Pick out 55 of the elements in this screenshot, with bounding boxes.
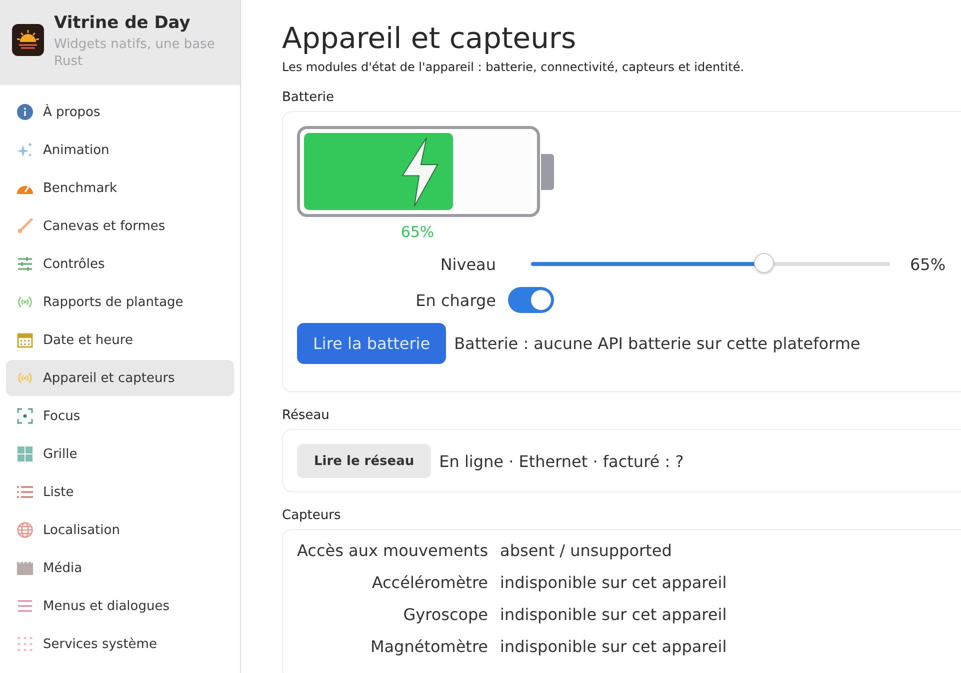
sensor-label: Accès aux mouvements [297, 540, 488, 562]
sidebar-item[interactable]: Menus et dialogues [6, 588, 234, 624]
sidebar-item[interactable]: Benchmark [6, 170, 234, 206]
sidebar-item[interactable]: Localisation [6, 512, 234, 548]
sidebar-item[interactable]: Liste [6, 474, 234, 510]
sunset-logo-icon [12, 24, 44, 56]
sidebar-item[interactable]: Animation [6, 132, 234, 168]
battery-percent: 65% [400, 223, 434, 241]
calendar-icon [17, 332, 33, 348]
list-icon [17, 484, 33, 500]
sidebar-item[interactable]: Services système [6, 626, 234, 662]
sidebar-item[interactable]: Média [6, 550, 234, 586]
network-status: En ligne · Ethernet · facturé : ? [439, 452, 684, 470]
section-heading: Batterie [282, 90, 336, 105]
read-battery-button[interactable]: Lire la batterie [297, 323, 446, 364]
sparkle-icon [17, 142, 33, 158]
read-network-button[interactable]: Lire le réseau [297, 444, 432, 478]
sidebar-item[interactable]: Focus [6, 398, 234, 434]
app-title: Vitrine de Day [54, 13, 192, 33]
battery-status: Batterie : aucune API batterie sur cette plateforme [454, 334, 860, 353]
section-heading: Capteurs [282, 508, 342, 523]
dots-icon [17, 636, 33, 652]
sidebar-item[interactable]: Rapports de plantage [6, 284, 234, 320]
page-title: Appareil et capteurs [282, 20, 578, 56]
sidebar-item[interactable]: Contrôles [6, 246, 234, 282]
broadcast-icon [17, 294, 33, 310]
sidebar-item[interactable]: Appareil et capteurs [6, 360, 234, 396]
sensor-label: Accéléromètre [370, 572, 488, 594]
info-icon [17, 104, 33, 120]
sidebar-item[interactable]: Grille [6, 436, 234, 472]
menu-icon [17, 598, 33, 614]
sensor-value: indisponible sur cet appareil [500, 636, 727, 658]
clapper-icon [17, 560, 33, 576]
page-description: Les modules d'état de l'appareil : batterie, connectivité, capteurs et identité. [282, 60, 746, 74]
app-subtitle: Widgets natifs, une base Rust [54, 36, 216, 70]
sidebar-item[interactable]: Date et heure [6, 322, 234, 358]
grid-icon [17, 446, 33, 462]
slider-label: Niveau [439, 254, 497, 274]
slider-reading: 65% [910, 254, 946, 274]
toggle-label: En charge [414, 290, 497, 310]
sensor-label: Magnétomètre [369, 636, 488, 658]
sliders-icon [17, 256, 33, 272]
sidebar-item[interactable]: Canevas et formes [6, 208, 234, 244]
brush-icon [17, 218, 33, 234]
sensor-label: Gyroscope [402, 604, 488, 626]
section-heading: Réseau [282, 408, 330, 423]
focus-icon [17, 408, 33, 424]
slider-thumb[interactable] [754, 253, 774, 273]
globe-icon [17, 522, 33, 538]
sensor-value: indisponible sur cet appareil [500, 572, 727, 594]
sensor-value: indisponible sur cet appareil [500, 604, 727, 626]
charging-toggle[interactable] [508, 287, 554, 313]
sidebar-item[interactable]: À propos [6, 94, 234, 130]
sensor-value: absent / unsupported [500, 540, 673, 562]
broadcast-icon [17, 370, 33, 386]
